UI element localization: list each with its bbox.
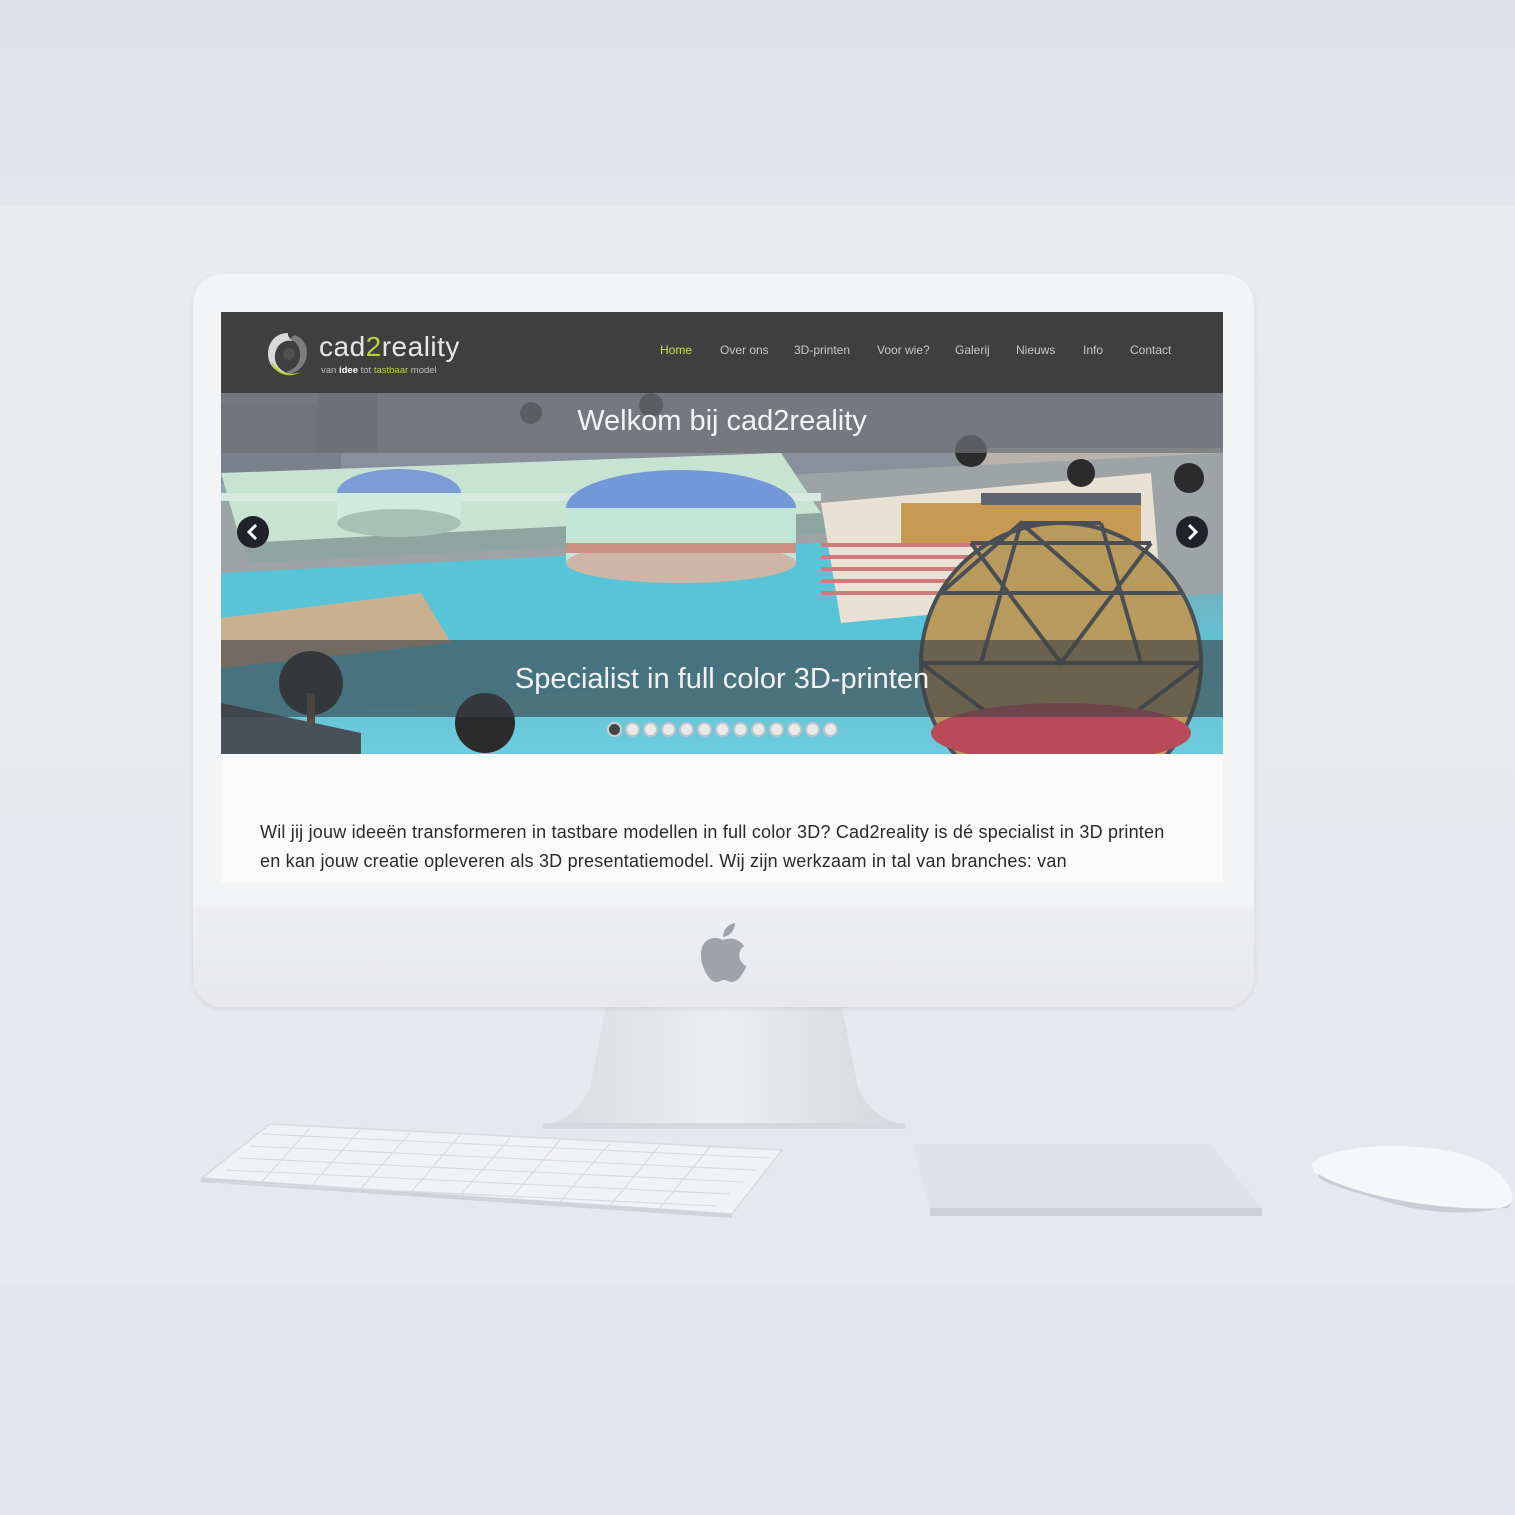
slider-pagination xyxy=(607,722,847,738)
site-header: cad2reality van idee tot tastbaar model … xyxy=(221,312,1223,393)
slide-dot[interactable] xyxy=(697,722,712,737)
backdrop-top xyxy=(0,0,1515,205)
keyboard xyxy=(200,1123,784,1218)
swirl-logo-icon xyxy=(268,333,307,376)
nav-galerij[interactable]: Galerij xyxy=(955,343,990,357)
slide-dot[interactable] xyxy=(733,722,748,737)
slide-dot[interactable] xyxy=(679,722,694,737)
logo-tagline: van idee tot tastbaar model xyxy=(321,365,437,376)
hero-title: Welkom bij cad2reality xyxy=(577,405,867,437)
intro-paragraph: Wil jij jouw ideeën transformeren in tas… xyxy=(260,822,1165,871)
slide-dot[interactable] xyxy=(805,722,820,737)
nav-info[interactable]: Info xyxy=(1083,343,1103,357)
slide-dot[interactable] xyxy=(643,722,658,737)
mouse xyxy=(1312,1146,1513,1213)
hero-caption: Specialist in full color 3D-printen xyxy=(514,663,930,695)
slide-dot[interactable] xyxy=(751,722,766,737)
apple-logo-icon xyxy=(700,923,746,982)
nav-voor-wie[interactable]: Voor wie? xyxy=(877,343,930,357)
main-nav: Home Over ons 3D-printen Voor wie? Galer… xyxy=(646,343,1186,363)
site-logo[interactable]: cad2reality van idee tot tastbaar model xyxy=(265,329,485,379)
nav-nieuws[interactable]: Nieuws xyxy=(1016,343,1055,357)
nav-contact[interactable]: Contact xyxy=(1130,343,1171,357)
slide-dot[interactable] xyxy=(661,722,676,737)
trackpad xyxy=(912,1144,1262,1216)
logo-wordmark: cad2reality xyxy=(319,331,460,362)
chevron-left-icon xyxy=(246,523,258,541)
backdrop-bottom xyxy=(0,1285,1515,1515)
chevron-right-icon xyxy=(1187,523,1199,541)
slide-dot[interactable] xyxy=(607,722,622,737)
nav-3d-printen[interactable]: 3D-printen xyxy=(794,343,850,357)
slide-dot[interactable] xyxy=(715,722,730,737)
hero-slider: Welkom bij cad2reality Specialist in ful… xyxy=(221,393,1223,754)
slider-prev-button[interactable] xyxy=(237,516,269,548)
slide-dot[interactable] xyxy=(769,722,784,737)
slide-dot[interactable] xyxy=(625,722,640,737)
slider-next-button[interactable] xyxy=(1176,516,1208,548)
nav-home[interactable]: Home xyxy=(660,343,692,357)
slide-dot[interactable] xyxy=(787,722,802,737)
monitor-stand xyxy=(542,1007,906,1129)
nav-over-ons[interactable]: Over ons xyxy=(720,343,769,357)
slide-dot[interactable] xyxy=(823,722,838,737)
website-screen: cad2reality van idee tot tastbaar model … xyxy=(221,312,1223,883)
